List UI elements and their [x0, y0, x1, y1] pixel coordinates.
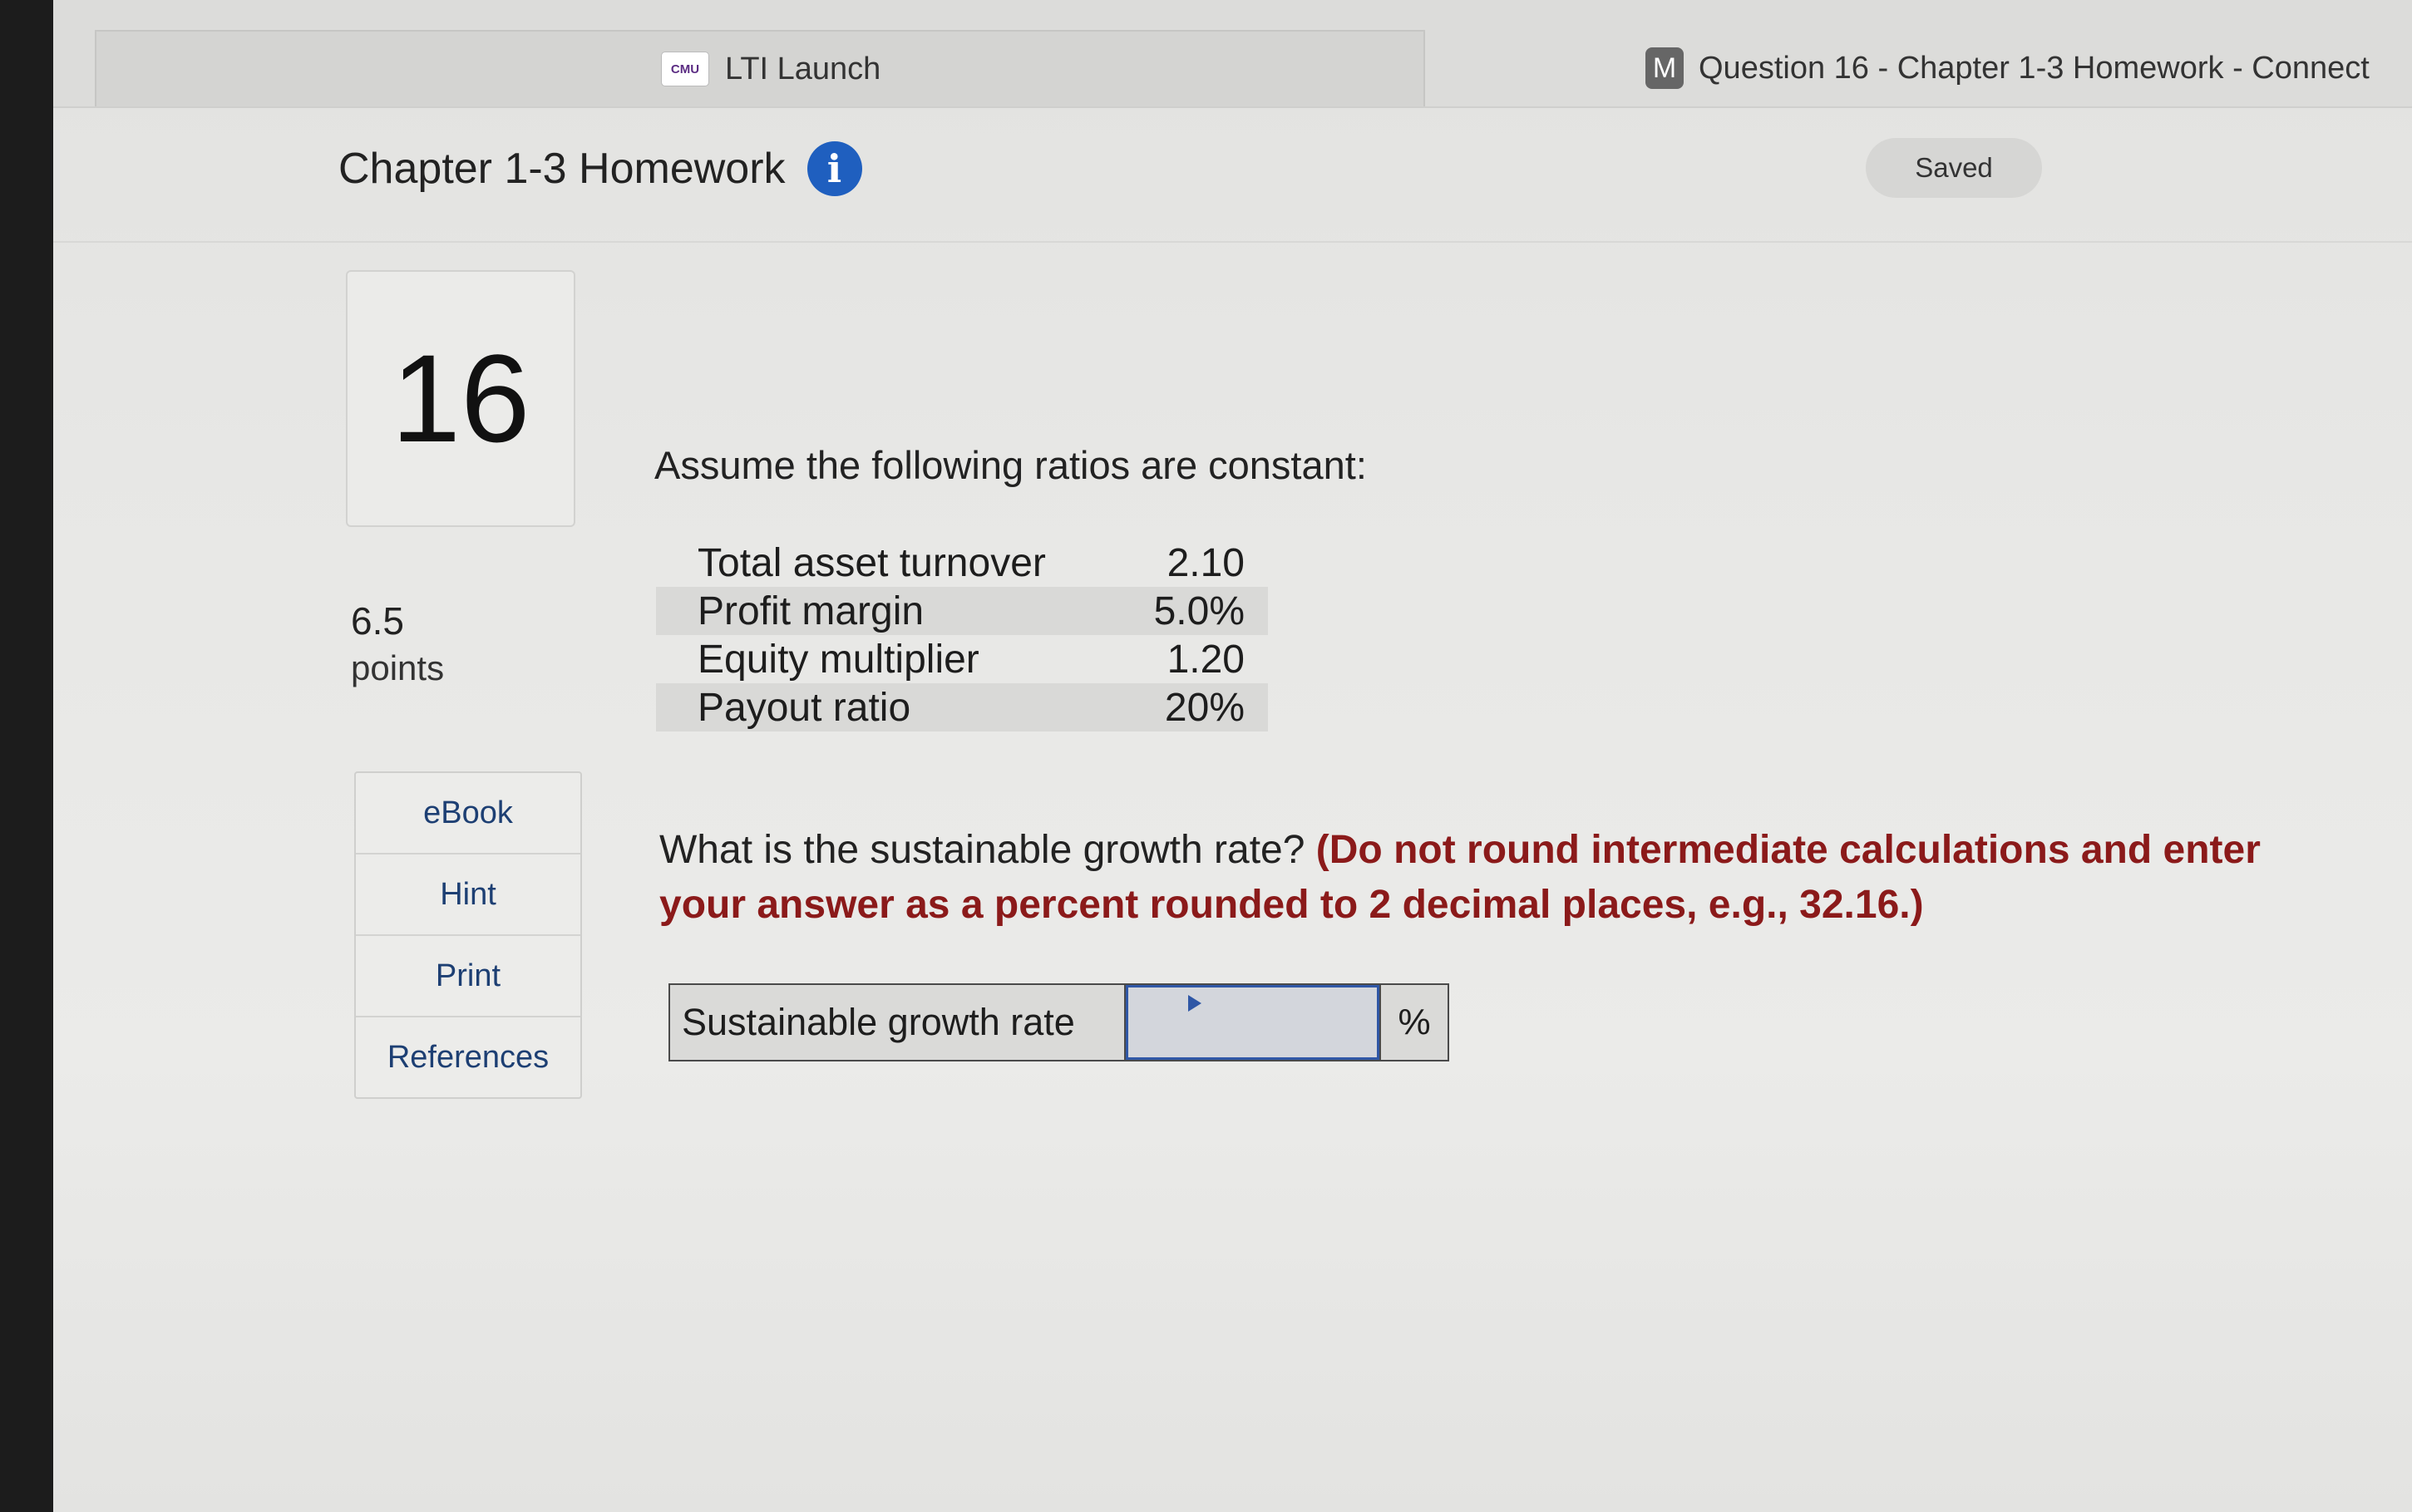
assignment-header: Chapter 1-3 Homework i Saved [53, 108, 2412, 243]
ratio-label: Equity multiplier [698, 637, 979, 682]
points-label: points [351, 648, 445, 687]
cmu-favicon-icon: CMU [662, 52, 708, 86]
tab-connect-question-label: Question 16 - Chapter 1-3 Homework - Con… [1699, 50, 2370, 86]
input-flag-icon [1188, 995, 1201, 1012]
mcgraw-hill-favicon-icon: M [1645, 47, 1684, 89]
assignment-title-group: Chapter 1-3 Homework i [338, 141, 862, 196]
ebook-button[interactable]: eBook [356, 773, 580, 855]
question-text: What is the sustainable growth rate? [659, 828, 1305, 872]
hint-button[interactable]: Hint [356, 855, 580, 936]
question-tools-menu: eBook Hint Print References [354, 771, 582, 1099]
question-number: 16 [346, 270, 575, 527]
ratios-table: Total asset turnover 2.10 Profit margin … [656, 539, 1268, 731]
ratio-value: 20% [1130, 683, 1268, 731]
table-row: Payout ratio 20% [656, 683, 1268, 731]
question-intro: Assume the following ratios are constant… [654, 443, 1367, 487]
browser-tab-strip: CMU LTI Launch M Question 16 - Chapter 1… [53, 0, 2412, 108]
tab-lti-launch-label: LTI Launch [725, 51, 881, 86]
table-row: Equity multiplier 1.20 [656, 635, 1268, 683]
table-row: Profit margin 5.0% [656, 587, 1268, 635]
print-button[interactable]: Print [356, 936, 580, 1017]
tab-connect-question[interactable]: M Question 16 - Chapter 1-3 Homework - C… [1645, 30, 2370, 106]
tab-lti-launch[interactable]: CMU LTI Launch [95, 30, 1425, 106]
ratio-value: 2.10 [1167, 540, 1245, 585]
references-button[interactable]: References [356, 1017, 580, 1097]
ratio-value: 1.20 [1167, 637, 1245, 682]
ratio-label: Payout ratio [656, 683, 1130, 731]
question-prompt: What is the sustainable growth rate? (Do… [659, 823, 2347, 933]
saved-status-badge: Saved [1866, 138, 2042, 198]
ratio-value: 5.0% [1130, 587, 1268, 635]
sustainable-growth-rate-input[interactable] [1126, 985, 1379, 1060]
table-row: Total asset turnover 2.10 [656, 539, 1268, 587]
screen: CMU LTI Launch M Question 16 - Chapter 1… [53, 0, 2412, 1512]
page-title: Chapter 1-3 Homework [338, 145, 786, 193]
info-icon[interactable]: i [806, 141, 862, 196]
percent-unit-label: % [1379, 985, 1448, 1060]
ratio-label: Profit margin [656, 587, 1130, 635]
answer-label: Sustainable growth rate [670, 985, 1126, 1060]
answer-row: Sustainable growth rate % [668, 983, 1449, 1061]
ratio-label: Total asset turnover [698, 540, 1046, 585]
points-value: 6.5 [351, 599, 404, 643]
